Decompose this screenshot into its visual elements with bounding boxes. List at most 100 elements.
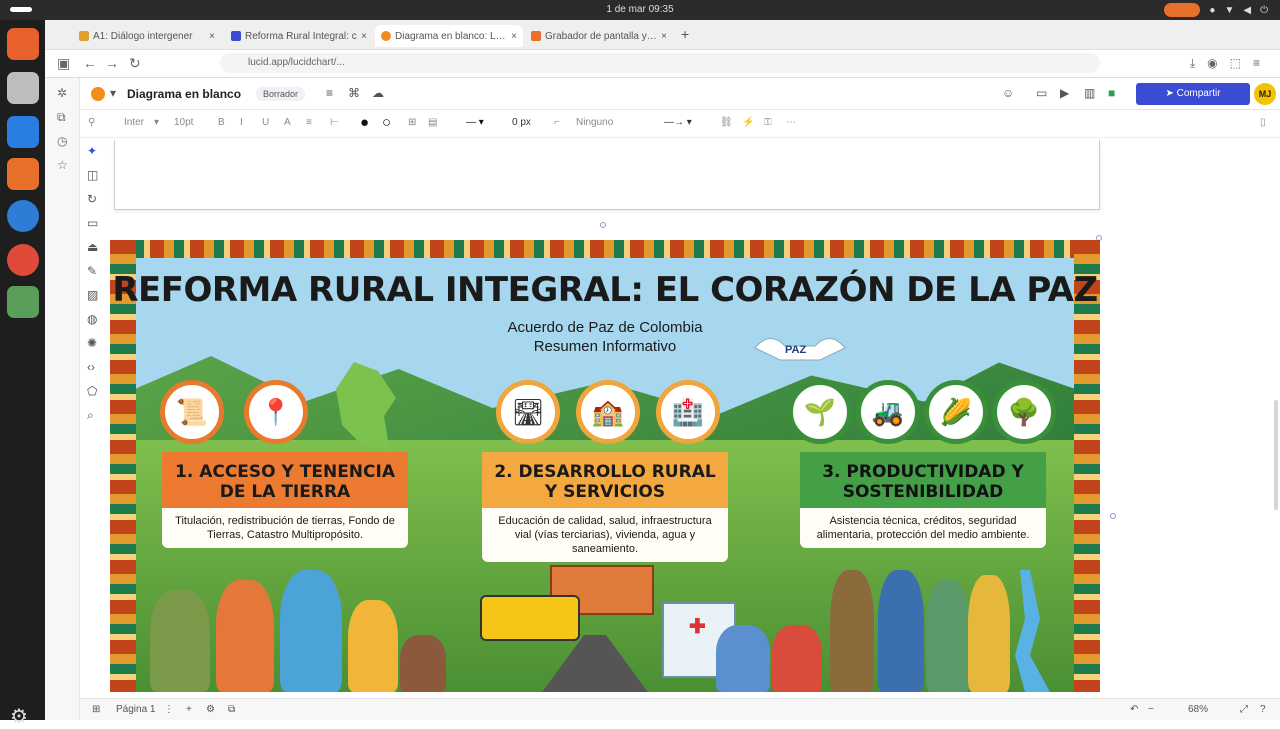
fit-icon[interactable]: ⤢ [1240,704,1248,715]
tab-diagrama[interactable]: Diagrama en blanco: Lucid × [375,25,523,47]
lucid-logo-icon[interactable] [91,87,105,101]
align-icon[interactable]: ≡ [306,117,312,128]
resize-handle[interactable] [600,222,606,228]
arrow-end-select[interactable]: —→ ▾ [664,117,692,128]
page-tab[interactable]: Página 1 [116,704,155,715]
show-apps-icon[interactable]: ⚙ [10,704,28,729]
forward-icon[interactable]: → [105,55,119,71]
tab-close-icon[interactable]: × [361,31,367,42]
reload-icon[interactable]: ↻ [129,55,141,72]
extensions-icon[interactable]: ⬚ [1230,56,1241,71]
text-color-icon[interactable]: A [284,117,291,128]
star-icon[interactable]: ☆ [57,158,68,172]
chrome-icon[interactable] [7,244,39,276]
help-icon[interactable]: ? [1260,704,1266,715]
tab-close-icon[interactable]: × [511,31,517,42]
font-size-select[interactable]: 10pt [174,117,193,128]
rotate-icon[interactable]: ↻ [87,192,97,206]
address-input[interactable]: lucid.app/lucidchart/... [220,53,1100,73]
shapes-library-icon[interactable]: ⬠ [87,384,97,398]
document-title[interactable]: Diagrama en blanco [127,87,241,101]
link-icon[interactable]: ⛓ [720,117,733,128]
arrow-start-select[interactable]: Ninguno [576,117,613,128]
settings-icon[interactable]: ⚙ [206,704,215,715]
help-icon[interactable] [7,200,39,232]
italic-button[interactable]: I [240,117,243,128]
menu-icon[interactable]: ≡ [1253,56,1260,71]
trash-icon[interactable] [7,286,39,318]
text-options-icon[interactable]: ⊢ [330,117,339,128]
org-chart-icon[interactable]: ⌘ [348,86,360,100]
upload-icon[interactable]: ⏏ [87,240,98,254]
history-icon[interactable]: ◷ [57,134,67,148]
sheets-icon[interactable]: ■ [1108,86,1115,100]
add-page-icon[interactable]: + [186,704,192,715]
files-icon[interactable] [7,72,39,104]
resize-handle[interactable] [1110,513,1116,519]
dove-banner: PAZ [750,330,850,368]
new-tab-button[interactable]: + [681,26,689,42]
line-width-input[interactable]: 0 px [512,117,531,128]
infographic-image[interactable]: REFORMA RURAL INTEGRAL: EL CORAZÓN DE LA… [110,240,1100,692]
chevron-down-icon[interactable]: ▾ [154,117,159,128]
settings-icon[interactable]: ✺ [87,336,97,350]
account-icon[interactable]: ◉ [1207,56,1217,71]
code-icon[interactable]: ‹› [87,360,95,374]
tab-close-icon[interactable]: × [209,31,215,42]
shape-style-icon[interactable]: ⊞ [408,117,416,128]
firefox-icon[interactable] [7,28,39,60]
system-clock[interactable]: 1 de mar 09:35 [0,4,1280,15]
status-bar: ⊞ Página 1 ⋮ + ⚙ ⧉ ↶ − 68% ⤢ ? [80,698,1280,720]
more-icon[interactable]: ⋯ [786,117,796,128]
pen-icon[interactable]: ✎ [87,264,97,278]
corner-icon[interactable]: ⌐ [554,117,560,128]
comment-icon[interactable]: ▭ [1036,86,1047,100]
system-tray[interactable]: ● ▼ ◀ ⏻ [1164,3,1268,17]
globe-icon[interactable]: ◍ [87,312,97,326]
tab-grabador[interactable]: Grabador de pantalla y ed × [525,25,673,47]
line-style-select[interactable]: — ▾ [466,117,484,128]
fill-color-icon[interactable]: ● [360,114,369,131]
tab-reforma[interactable]: Reforma Rural Integral: c × [225,25,373,47]
panel-toggle-icon[interactable]: ▯ [1260,117,1266,128]
ai-sparkle-icon[interactable]: ✦ [87,144,97,158]
theme-icon[interactable]: ▤ [428,117,437,128]
zoom-out-icon[interactable]: − [1148,704,1154,715]
download-icon[interactable]: ⤓ [1190,56,1195,71]
font-family-select[interactable]: Inter [124,117,144,128]
page-menu-icon[interactable]: ⋮ [164,704,174,715]
line-color-icon[interactable]: ○ [382,114,391,131]
avatar[interactable]: MJ [1254,83,1276,105]
pages-icon[interactable]: ⊞ [92,704,100,715]
rectangle-icon[interactable]: ▭ [87,216,98,230]
frame-icon[interactable]: ◫ [87,168,98,182]
search-icon[interactable]: ⌕ [87,408,94,423]
panel-icon[interactable]: ▥ [1084,86,1095,100]
layers-icon[interactable]: ⧉ [57,110,66,125]
shapes-icon[interactable]: ✲ [57,86,67,100]
menu-icon[interactable]: ≡ [326,86,333,100]
writer-icon[interactable] [7,116,39,148]
chevron-down-icon[interactable]: ▾ [110,86,116,100]
cloud-icon[interactable]: ☁ [372,86,384,100]
tab-close-icon[interactable]: × [661,31,667,42]
magic-icon[interactable]: ⚡ [742,117,754,128]
zoom-level[interactable]: 68% [1188,704,1208,715]
layers-icon[interactable]: ⧉ [228,704,235,715]
image-icon[interactable]: ▨ [87,288,98,302]
software-center-icon[interactable] [7,158,39,190]
undo-icon[interactable]: ↶ [1130,704,1138,715]
collaborators-icon[interactable]: ☺ [1002,86,1014,100]
lock-icon[interactable]: ⚿ [764,117,772,128]
tab-dialogo[interactable]: A1: Diálogo intergener × [73,25,221,47]
underline-button[interactable]: U [262,117,269,128]
share-button[interactable]: ➤ Compartir [1136,83,1250,105]
format-painter-icon[interactable]: ⚲ [88,117,95,128]
sidebar-toggle-icon[interactable]: ▣ [57,55,70,72]
present-icon[interactable]: ▶ [1060,86,1069,100]
recording-indicator[interactable] [1164,3,1201,17]
vertical-scrollbar[interactable] [1274,400,1278,510]
canvas-shape-box[interactable] [114,140,1100,210]
bold-button[interactable]: B [218,117,225,128]
back-icon[interactable]: ← [83,55,97,71]
